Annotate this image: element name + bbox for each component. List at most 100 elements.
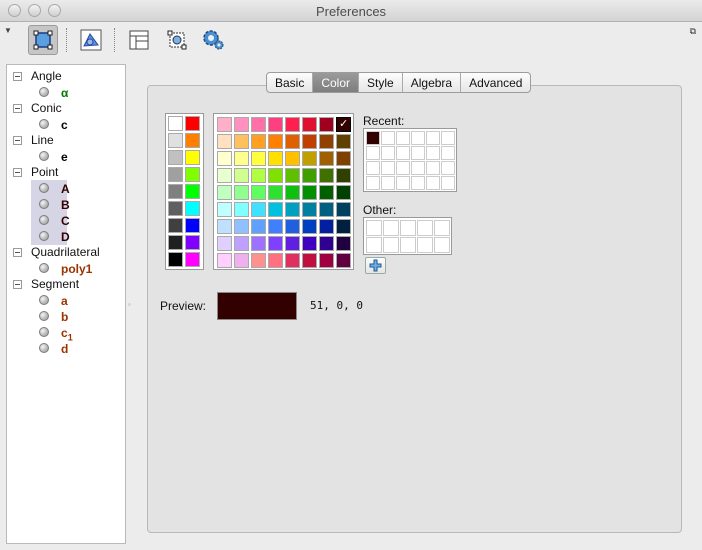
color-swatch[interactable]: [268, 117, 283, 132]
recent-swatch[interactable]: [381, 176, 395, 190]
color-swatch[interactable]: [234, 253, 249, 268]
other-swatch[interactable]: [417, 237, 433, 253]
color-swatch[interactable]: [234, 151, 249, 166]
color-swatch[interactable]: [251, 185, 266, 200]
dropdown-arrow-icon[interactable]: ▼: [4, 26, 12, 35]
recent-swatch[interactable]: [426, 131, 440, 145]
recent-swatch[interactable]: [366, 131, 380, 145]
add-color-button[interactable]: [365, 257, 386, 274]
other-swatch[interactable]: [434, 237, 450, 253]
defaults-button[interactable]: [162, 25, 192, 55]
gray-swatch[interactable]: [168, 184, 183, 199]
recent-swatch[interactable]: [381, 161, 395, 175]
color-swatch[interactable]: [285, 185, 300, 200]
graphics-button[interactable]: [76, 25, 106, 55]
tree-category[interactable]: Quadrilateral: [7, 244, 125, 260]
color-swatch[interactable]: [302, 168, 317, 183]
recent-swatch[interactable]: [441, 161, 455, 175]
color-swatch[interactable]: [336, 134, 351, 149]
color-swatch[interactable]: [234, 185, 249, 200]
color-swatch[interactable]: [336, 236, 351, 251]
recent-swatch[interactable]: [381, 131, 395, 145]
recent-swatch[interactable]: [426, 176, 440, 190]
color-swatch[interactable]: [319, 185, 334, 200]
restore-icon[interactable]: ⧉: [690, 26, 696, 37]
color-swatch[interactable]: [319, 202, 334, 217]
tree-item[interactable]: A: [31, 180, 70, 197]
color-swatch[interactable]: [268, 236, 283, 251]
recent-swatch[interactable]: [396, 146, 410, 160]
color-swatch[interactable]: [302, 134, 317, 149]
color-swatch[interactable]: [302, 219, 317, 234]
tree-category[interactable]: Point: [7, 164, 125, 180]
tree-item[interactable]: b: [31, 308, 68, 325]
other-swatch[interactable]: [434, 220, 450, 236]
recent-swatch[interactable]: [366, 146, 380, 160]
collapse-toggle-icon[interactable]: [13, 168, 22, 177]
color-swatch[interactable]: [217, 151, 232, 166]
layout-button[interactable]: [124, 25, 154, 55]
color-swatch[interactable]: [217, 117, 232, 132]
color-swatch[interactable]: [251, 134, 266, 149]
recent-swatch[interactable]: [366, 161, 380, 175]
tree-item[interactable]: e: [31, 148, 68, 165]
tree-category[interactable]: Angle: [7, 68, 125, 84]
color-swatch[interactable]: [268, 202, 283, 217]
other-swatch[interactable]: [383, 237, 399, 253]
splitter-handle[interactable]: ◦: [128, 300, 131, 309]
color-swatch[interactable]: [285, 168, 300, 183]
tree-item[interactable]: c: [31, 116, 68, 133]
color-swatch[interactable]: [319, 168, 334, 183]
color-swatch[interactable]: [268, 134, 283, 149]
tree-item[interactable]: C: [31, 212, 70, 229]
color-swatch[interactable]: [302, 202, 317, 217]
color-swatch[interactable]: [234, 168, 249, 183]
tree-item[interactable]: D: [31, 228, 70, 245]
gray-swatch[interactable]: [185, 201, 200, 216]
gray-swatch[interactable]: [168, 235, 183, 250]
tree-category[interactable]: Conic: [7, 100, 125, 116]
color-swatch[interactable]: [234, 117, 249, 132]
other-swatch[interactable]: [417, 220, 433, 236]
tree-item[interactable]: a: [31, 292, 68, 309]
gray-swatch[interactable]: [168, 150, 183, 165]
collapse-toggle-icon[interactable]: [13, 248, 22, 257]
color-swatch[interactable]: [217, 219, 232, 234]
color-swatch[interactable]: [251, 202, 266, 217]
other-swatch[interactable]: [400, 220, 416, 236]
color-swatch[interactable]: [285, 151, 300, 166]
objects-button[interactable]: [28, 25, 58, 55]
tab-style[interactable]: Style: [359, 73, 403, 92]
color-swatch[interactable]: [268, 168, 283, 183]
recent-swatch[interactable]: [396, 176, 410, 190]
recent-swatch[interactable]: [366, 176, 380, 190]
color-swatch[interactable]: [319, 219, 334, 234]
color-swatch[interactable]: [285, 219, 300, 234]
recent-swatch[interactable]: [411, 176, 425, 190]
recent-swatch[interactable]: [441, 176, 455, 190]
color-swatch[interactable]: [217, 168, 232, 183]
other-swatch[interactable]: [366, 237, 382, 253]
color-swatch[interactable]: [285, 134, 300, 149]
gray-swatch[interactable]: [185, 167, 200, 182]
tab-advanced[interactable]: Advanced: [461, 73, 530, 92]
gray-swatch[interactable]: [185, 133, 200, 148]
color-swatch[interactable]: [302, 151, 317, 166]
collapse-toggle-icon[interactable]: [13, 280, 22, 289]
tab-color[interactable]: Color: [313, 73, 360, 92]
color-swatch[interactable]: [285, 202, 300, 217]
recent-swatch[interactable]: [381, 146, 395, 160]
other-swatch[interactable]: [400, 237, 416, 253]
color-swatch[interactable]: [251, 168, 266, 183]
other-swatch[interactable]: [383, 220, 399, 236]
recent-swatch[interactable]: [396, 131, 410, 145]
gray-swatch[interactable]: [168, 201, 183, 216]
color-swatch[interactable]: [302, 185, 317, 200]
color-swatch[interactable]: [285, 117, 300, 132]
color-swatch[interactable]: [234, 236, 249, 251]
color-swatch[interactable]: [234, 219, 249, 234]
color-swatch[interactable]: [251, 151, 266, 166]
color-swatch[interactable]: [217, 236, 232, 251]
color-swatch[interactable]: [268, 253, 283, 268]
advanced-button[interactable]: [198, 25, 228, 55]
